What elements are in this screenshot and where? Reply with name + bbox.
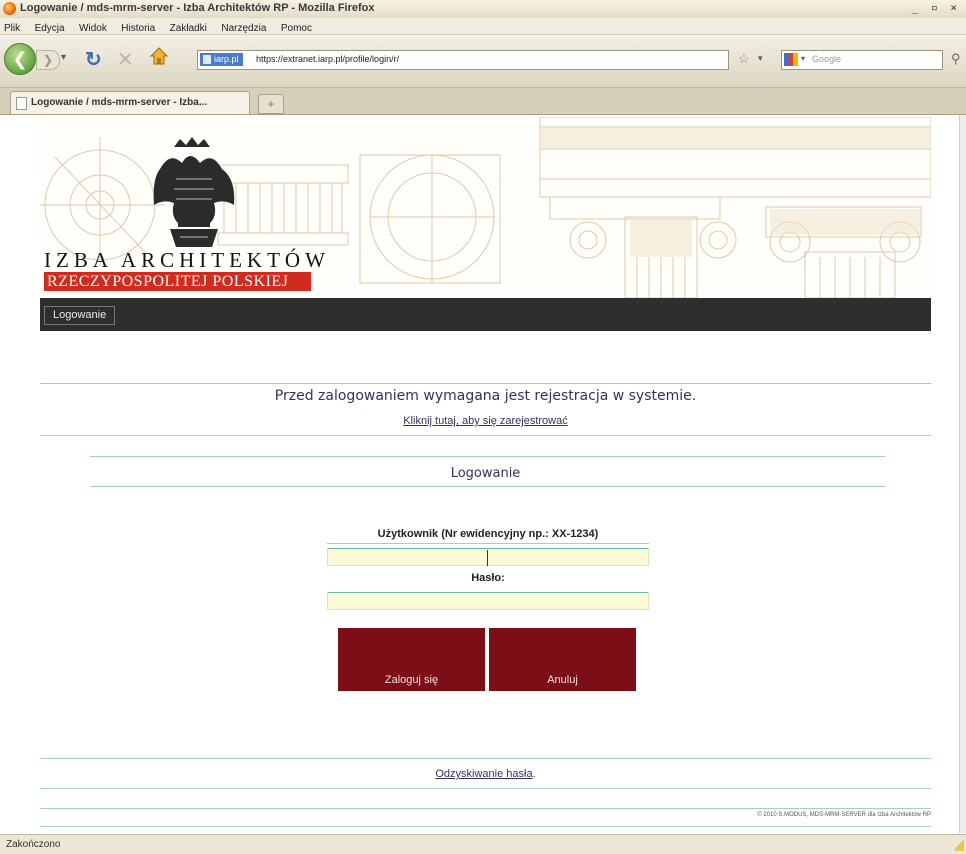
site-identity-badge[interactable]: iarp.pl bbox=[200, 53, 243, 66]
divider bbox=[327, 543, 649, 544]
divider bbox=[40, 826, 931, 827]
menu-view[interactable]: Widok bbox=[79, 23, 107, 34]
password-recovery: Odzyskiwanie hasła. bbox=[40, 768, 931, 780]
menu-help[interactable]: Pomoc bbox=[281, 23, 312, 34]
browser-status-bar: Zakończono bbox=[0, 834, 966, 854]
menu-item-login[interactable]: Logowanie bbox=[44, 306, 116, 325]
vertical-scrollbar[interactable] bbox=[959, 115, 966, 833]
password-label: Hasło: bbox=[471, 572, 505, 584]
login-button[interactable]: Zaloguj się bbox=[338, 628, 485, 691]
divider bbox=[40, 758, 931, 759]
home-icon[interactable] bbox=[150, 47, 168, 65]
divider bbox=[40, 435, 931, 436]
search-magnifier-icon[interactable]: ⚲ bbox=[951, 51, 961, 67]
search-box[interactable]: ▾ Google bbox=[781, 50, 943, 70]
back-arrow-icon[interactable]: ❮ bbox=[4, 43, 36, 75]
menu-bookmarks[interactable]: Zakładki bbox=[170, 23, 207, 34]
divider bbox=[40, 808, 931, 809]
forward-arrow-icon[interactable]: ❯ bbox=[36, 50, 60, 70]
site-menu-bar: Logowanie bbox=[40, 298, 931, 331]
login-heading: Logowanie bbox=[450, 466, 521, 481]
menu-tools[interactable]: Narzędzia bbox=[221, 23, 266, 34]
copyright-footer: © 2010 S.MODUS, MDS-MRM-SERVER dla Izba … bbox=[757, 812, 931, 818]
url-dropdown-icon[interactable]: ▾ bbox=[758, 53, 763, 64]
stop-icon[interactable]: ✕ bbox=[117, 47, 134, 72]
window-controls[interactable]: _ ▫ × bbox=[912, 1, 960, 14]
status-text: Zakończono bbox=[6, 839, 61, 850]
username-label: Użytkownik (Nr ewidencyjny np.: XX-1234) bbox=[377, 528, 599, 540]
cancel-button[interactable]: Anuluj bbox=[489, 628, 636, 691]
registration-notice: Przed zalogowaniem wymagana jest rejestr… bbox=[274, 388, 697, 404]
org-name-line1: IZBA ARCHITEKTÓW bbox=[44, 248, 330, 272]
browser-menubar: Plik Edycja Widok Historia Zakładki Narz… bbox=[0, 18, 966, 35]
search-engine-dropdown-icon[interactable]: ▾ bbox=[801, 54, 805, 63]
divider bbox=[40, 383, 931, 384]
text-caret bbox=[487, 550, 488, 566]
menu-file[interactable]: Plik bbox=[4, 23, 20, 34]
resize-grip-icon[interactable] bbox=[955, 839, 964, 851]
password-input[interactable] bbox=[327, 592, 649, 610]
bookmark-star-icon[interactable]: ☆ bbox=[738, 51, 750, 67]
tab-login[interactable]: Logowanie / mds-mrm-server - Izba... bbox=[10, 91, 250, 114]
history-dropdown-icon[interactable]: ▾ bbox=[61, 52, 66, 63]
firefox-icon bbox=[3, 2, 16, 15]
window-title: Logowanie / mds-mrm-server - Izba Archit… bbox=[20, 2, 375, 14]
google-icon[interactable] bbox=[784, 53, 798, 66]
url-bar[interactable]: iarp.pl https://extranet.iarp.pl/profile… bbox=[197, 50, 729, 70]
divider bbox=[40, 788, 931, 789]
page-favicon-icon bbox=[16, 97, 27, 110]
search-placeholder: Google bbox=[812, 54, 842, 64]
password-recovery-link[interactable]: Odzyskiwanie hasła bbox=[435, 768, 532, 780]
menu-history[interactable]: Historia bbox=[121, 23, 155, 34]
navigation-toolbar: ❮ ❯ ▾ ↻ ✕ iarp.pl https://extranet.iarp.… bbox=[0, 35, 966, 88]
register-link[interactable]: Kliknij tutaj, aby się zarejestrować bbox=[40, 415, 931, 427]
eagle-emblem-icon bbox=[153, 137, 235, 247]
org-name-line2: RZECZYPOSPOLITEJ POLSKIEJ bbox=[44, 272, 311, 291]
tab-strip: Logowanie / mds-mrm-server - Izba... + bbox=[0, 88, 966, 115]
url-text[interactable]: https://extranet.iarp.pl/profile/login/r… bbox=[256, 54, 399, 64]
divider bbox=[90, 486, 885, 487]
menu-edit[interactable]: Edycja bbox=[35, 23, 65, 34]
window-titlebar: Logowanie / mds-mrm-server - Izba Archit… bbox=[0, 0, 966, 19]
recovery-suffix: . bbox=[532, 768, 536, 780]
username-input[interactable] bbox=[327, 548, 649, 566]
new-tab-button[interactable]: + bbox=[258, 94, 284, 114]
reload-icon[interactable]: ↻ bbox=[85, 47, 102, 72]
tab-label: Logowanie / mds-mrm-server - Izba... bbox=[31, 97, 208, 108]
divider bbox=[90, 456, 885, 457]
